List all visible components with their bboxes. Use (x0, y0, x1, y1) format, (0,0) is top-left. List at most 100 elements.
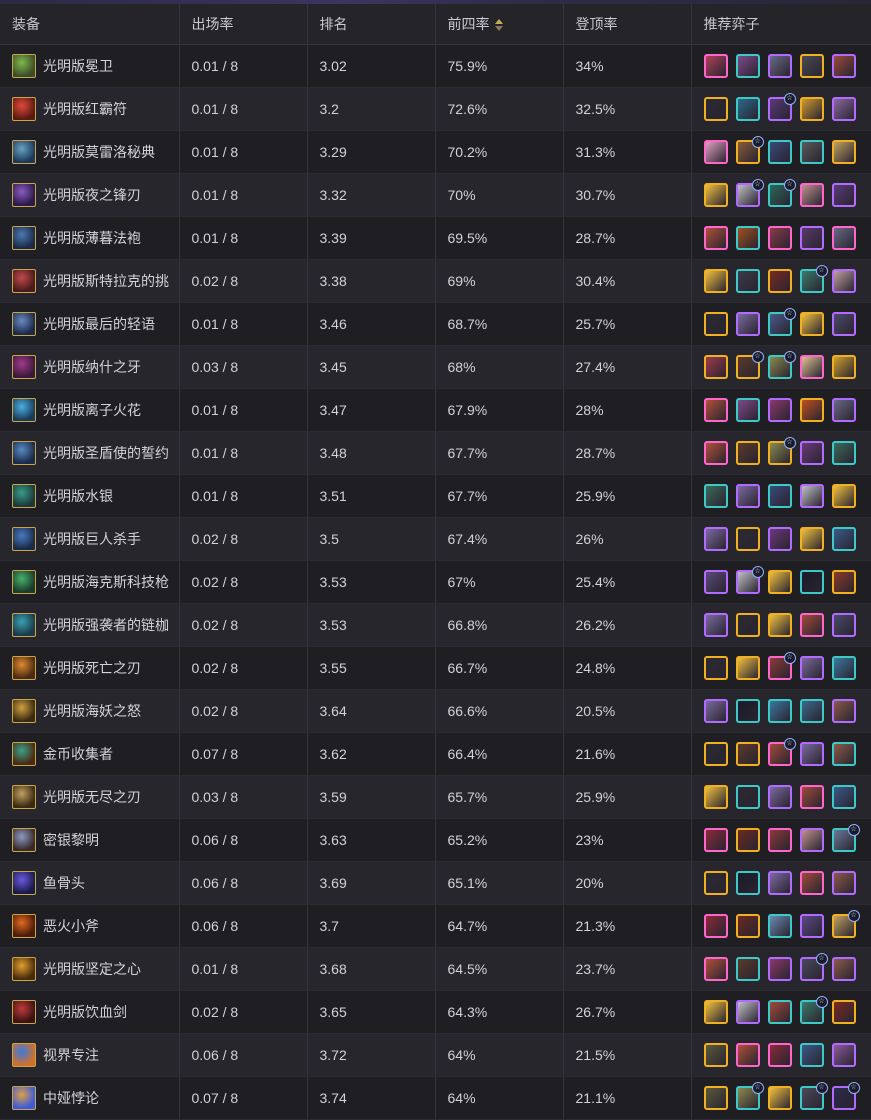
table-row[interactable]: 密银黎明0.06 / 83.6365.2%23%☆ (0, 819, 871, 862)
column-header-item[interactable]: 装备 (0, 4, 179, 45)
champion-portrait[interactable] (704, 570, 728, 594)
champion-portrait[interactable] (704, 527, 728, 551)
item-name[interactable]: 光明版死亡之刃 (43, 658, 141, 678)
champion-portrait[interactable] (704, 699, 728, 723)
champion-portrait[interactable] (704, 742, 728, 766)
champion-portrait[interactable]: ☆ (800, 957, 824, 981)
champion-portrait[interactable]: ☆ (832, 1086, 856, 1110)
table-row[interactable]: 光明版海克斯科技枪0.02 / 83.5367%25.4%☆ (0, 561, 871, 604)
champion-portrait[interactable] (832, 355, 856, 379)
champion-portrait[interactable] (704, 785, 728, 809)
item-name[interactable]: 光明版斯特拉克的挑 (43, 271, 169, 291)
champion-portrait[interactable] (800, 914, 824, 938)
champion-portrait[interactable] (832, 613, 856, 637)
table-row[interactable]: 金币收集者0.07 / 83.6266.4%21.6%☆ (0, 733, 871, 776)
item-name[interactable]: 金币收集者 (43, 744, 113, 764)
champion-portrait[interactable] (832, 484, 856, 508)
champion-portrait[interactable] (800, 742, 824, 766)
item-icon[interactable] (12, 613, 36, 637)
champion-portrait[interactable] (768, 699, 792, 723)
table-row[interactable]: 恶火小斧0.06 / 83.764.7%21.3%☆ (0, 905, 871, 948)
champion-portrait[interactable] (736, 656, 760, 680)
champion-portrait[interactable] (704, 398, 728, 422)
champion-portrait[interactable] (800, 527, 824, 551)
item-icon[interactable] (12, 527, 36, 551)
champion-portrait[interactable] (800, 54, 824, 78)
item-name[interactable]: 光明版纳什之牙 (43, 357, 141, 377)
item-name[interactable]: 光明版莫雷洛秘典 (43, 142, 155, 162)
champion-portrait[interactable] (800, 570, 824, 594)
champion-portrait[interactable] (768, 613, 792, 637)
champion-portrait[interactable] (800, 484, 824, 508)
champion-portrait[interactable] (832, 312, 856, 336)
champion-portrait[interactable] (704, 226, 728, 250)
champion-portrait[interactable] (768, 1043, 792, 1067)
item-icon[interactable] (12, 1043, 36, 1067)
table-row[interactable]: 光明版纳什之牙0.03 / 83.4568%27.4%☆☆ (0, 346, 871, 389)
item-icon[interactable] (12, 398, 36, 422)
item-icon[interactable] (12, 1000, 36, 1024)
champion-portrait[interactable] (832, 140, 856, 164)
champion-portrait[interactable] (768, 957, 792, 981)
table-row[interactable]: 光明版饮血剑0.02 / 83.6564.3%26.7%☆ (0, 991, 871, 1034)
champion-portrait[interactable] (704, 613, 728, 637)
item-name[interactable]: 光明版圣盾使的誓约 (43, 443, 169, 463)
champion-portrait[interactable]: ☆ (832, 914, 856, 938)
champion-portrait[interactable] (800, 613, 824, 637)
champion-portrait[interactable]: ☆ (768, 312, 792, 336)
table-row[interactable]: 光明版海妖之怒0.02 / 83.6466.6%20.5% (0, 690, 871, 733)
item-name[interactable]: 密银黎明 (43, 830, 99, 850)
champion-portrait[interactable]: ☆ (736, 570, 760, 594)
champion-portrait[interactable] (800, 355, 824, 379)
item-name[interactable]: 光明版强袭者的链枷 (43, 615, 169, 635)
table-row[interactable]: 视界专注0.06 / 83.7264%21.5% (0, 1034, 871, 1077)
champion-portrait[interactable] (704, 183, 728, 207)
table-row[interactable]: 光明版最后的轻语0.01 / 83.4668.7%25.7%☆ (0, 303, 871, 346)
table-row[interactable]: 中娅悖论0.07 / 83.7464%21.1%☆☆☆ (0, 1077, 871, 1120)
champion-portrait[interactable] (800, 398, 824, 422)
champion-portrait[interactable] (832, 570, 856, 594)
champion-portrait[interactable] (704, 1043, 728, 1067)
champion-portrait[interactable] (704, 914, 728, 938)
champion-portrait[interactable]: ☆ (768, 656, 792, 680)
champion-portrait[interactable] (832, 785, 856, 809)
champion-portrait[interactable] (800, 226, 824, 250)
champion-portrait[interactable] (704, 269, 728, 293)
item-name[interactable]: 恶火小斧 (43, 916, 99, 936)
item-icon[interactable] (12, 269, 36, 293)
champion-portrait[interactable] (768, 269, 792, 293)
champion-portrait[interactable] (736, 828, 760, 852)
item-icon[interactable] (12, 54, 36, 78)
champion-portrait[interactable] (736, 785, 760, 809)
champion-portrait[interactable] (800, 1043, 824, 1067)
champion-portrait[interactable] (832, 226, 856, 250)
champion-portrait[interactable] (736, 312, 760, 336)
champion-portrait[interactable] (832, 957, 856, 981)
champion-portrait[interactable] (704, 97, 728, 121)
champion-portrait[interactable] (704, 441, 728, 465)
champion-portrait[interactable] (832, 656, 856, 680)
champion-portrait[interactable]: ☆ (800, 269, 824, 293)
champion-portrait[interactable] (832, 54, 856, 78)
champion-portrait[interactable] (768, 570, 792, 594)
item-name[interactable]: 光明版离子火花 (43, 400, 141, 420)
column-header-rank[interactable]: 排名 (307, 4, 435, 45)
table-row[interactable]: 光明版圣盾使的誓约0.01 / 83.4867.7%28.7%☆ (0, 432, 871, 475)
champion-portrait[interactable] (832, 527, 856, 551)
champion-portrait[interactable] (800, 785, 824, 809)
item-name[interactable]: 光明版巨人杀手 (43, 529, 141, 549)
item-name[interactable]: 光明版红霸符 (43, 99, 127, 119)
champion-portrait[interactable] (800, 312, 824, 336)
item-icon[interactable] (12, 656, 36, 680)
table-row[interactable]: 光明版夜之锋刃0.01 / 83.3270%30.7%☆☆ (0, 174, 871, 217)
champion-portrait[interactable] (704, 484, 728, 508)
item-name[interactable]: 光明版冕卫 (43, 56, 113, 76)
item-icon[interactable] (12, 140, 36, 164)
column-header-top1[interactable]: 登顶率 (563, 4, 691, 45)
table-row[interactable]: 光明版死亡之刃0.02 / 83.5566.7%24.8%☆ (0, 647, 871, 690)
champion-portrait[interactable] (768, 828, 792, 852)
champion-portrait[interactable] (736, 957, 760, 981)
item-name[interactable]: 光明版水银 (43, 486, 113, 506)
champion-portrait[interactable] (704, 140, 728, 164)
item-icon[interactable] (12, 699, 36, 723)
